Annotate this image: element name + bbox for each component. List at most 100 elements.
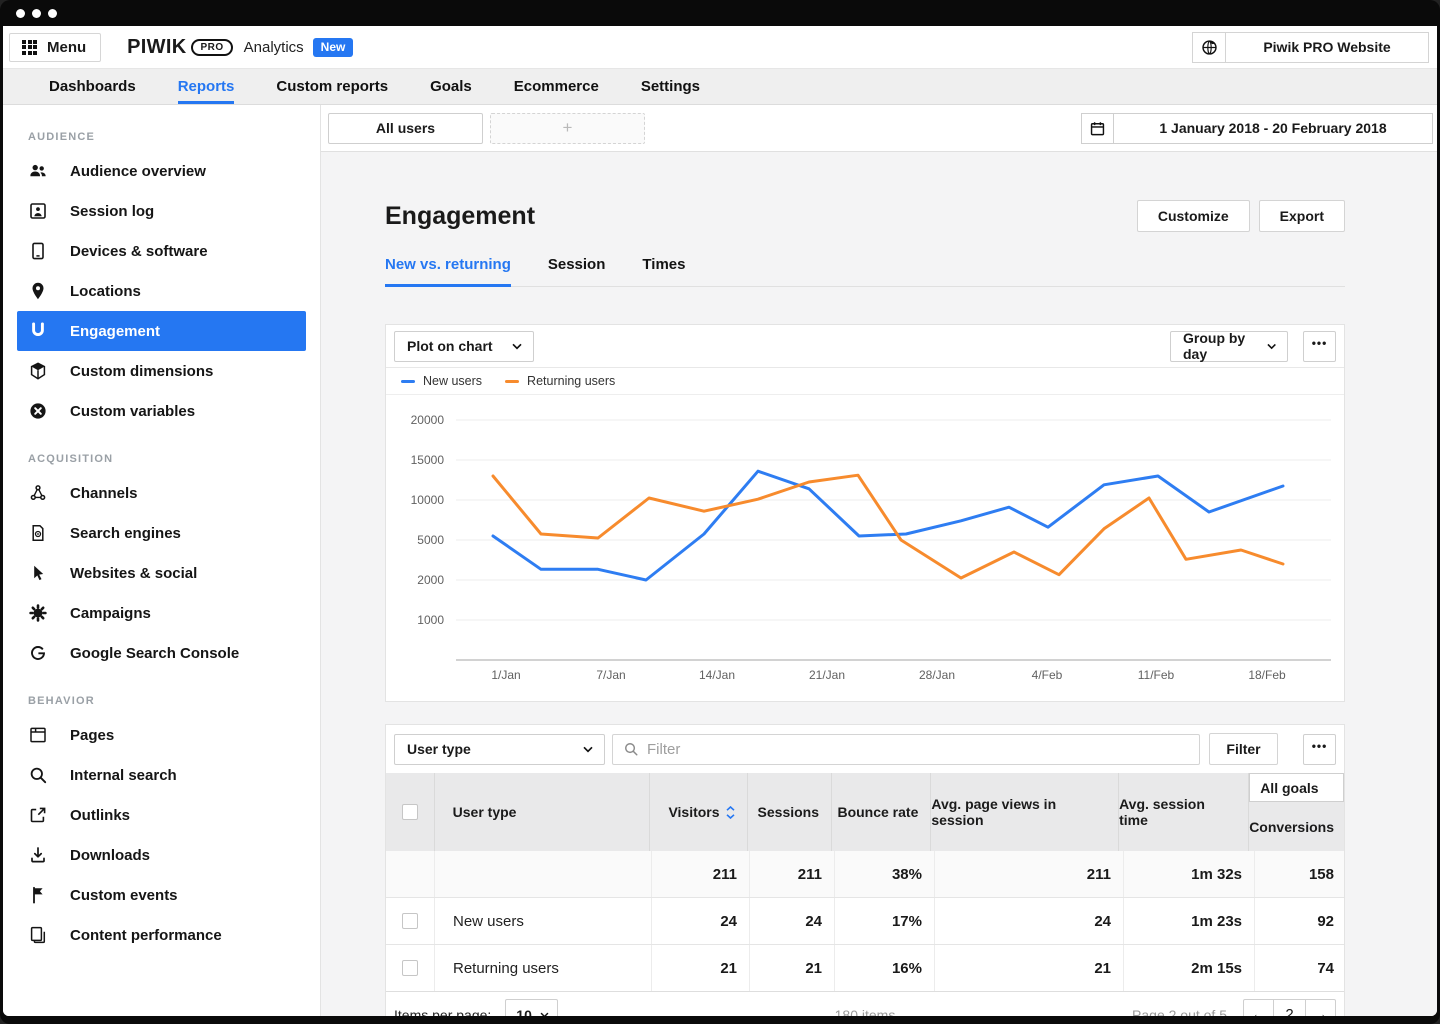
table-header-row: User type Visitors Sessions Bounce rate … — [386, 773, 1344, 851]
svg-text:11/Feb: 11/Feb — [1138, 668, 1175, 682]
svg-text:21/Jan: 21/Jan — [809, 668, 845, 682]
sidebar-item-devices[interactable]: Devices & software — [17, 231, 306, 271]
column-header-sessions[interactable]: Sessions — [746, 773, 831, 851]
table-more-button[interactable]: ••• — [1303, 733, 1336, 765]
tab-new-vs-returning[interactable]: New vs. returning — [385, 256, 511, 287]
session-log-icon — [28, 201, 48, 221]
sort-icon — [726, 805, 735, 819]
pages-icon — [28, 725, 48, 745]
items-per-page-select[interactable]: 10 — [505, 999, 559, 1016]
nav-ecommerce[interactable]: Ecommerce — [493, 69, 620, 104]
users-icon — [28, 161, 48, 181]
chevron-down-icon — [1267, 343, 1276, 349]
select-all-checkbox[interactable] — [401, 804, 418, 820]
column-header-avg-page-views[interactable]: Avg. page views in session — [930, 773, 1118, 851]
sidebar-item-engagement[interactable]: Engagement — [17, 311, 306, 351]
sidebar-item-google-search-console[interactable]: Google Search Console — [17, 633, 306, 673]
page-title: Engagement — [385, 201, 536, 230]
sidebar-item-content-performance[interactable]: Content performance — [17, 915, 306, 955]
sidebar-item-outlinks[interactable]: Outlinks — [17, 795, 306, 835]
plot-on-chart-select[interactable]: Plot on chart — [394, 330, 534, 362]
nav-goals[interactable]: Goals — [409, 69, 493, 104]
items-per-page-label: Items per page: — [394, 1006, 492, 1017]
legend-new-users: New users — [401, 374, 482, 388]
svg-text:18/Feb: 18/Feb — [1248, 668, 1286, 682]
sidebar-item-custom-variables[interactable]: Custom variables — [17, 391, 306, 431]
menu-label: Menu — [47, 38, 87, 56]
current-page[interactable]: 2 — [1273, 999, 1306, 1016]
filter-button[interactable]: Filter — [1209, 733, 1278, 765]
column-header-avg-session-time[interactable]: Avg. session time — [1118, 773, 1248, 851]
sidebar-item-custom-events[interactable]: Custom events — [17, 875, 306, 915]
sidebar-item-audience-overview[interactable]: Audience overview — [17, 151, 306, 191]
summary-avg-page-views: 211 — [934, 851, 1123, 897]
filter-input[interactable] — [647, 740, 1189, 758]
tab-session[interactable]: Session — [548, 256, 606, 287]
column-header-user-type[interactable]: User type — [433, 773, 650, 851]
row-label: New users — [434, 898, 651, 944]
table-row: Returning users 21 21 16% 21 2m 15s 74 — [386, 944, 1344, 991]
sidebar-item-custom-dimensions[interactable]: Custom dimensions — [17, 351, 306, 391]
window-control-dot[interactable] — [48, 8, 57, 18]
chart-more-button[interactable]: ••• — [1303, 330, 1336, 362]
segment-bar: All users + 1 January 2018 - 20 February… — [321, 105, 1437, 152]
nav-reports[interactable]: Reports — [157, 69, 256, 104]
website-selector-label[interactable]: Piwik PRO Website — [1225, 31, 1429, 63]
report-table: User type Visitors Sessions Bounce rate … — [386, 773, 1344, 1016]
column-header-conversions[interactable]: Conversions — [1249, 802, 1344, 851]
add-segment-button[interactable]: + — [490, 112, 645, 144]
svg-text:5000: 5000 — [417, 533, 444, 547]
row-checkbox[interactable] — [402, 913, 418, 929]
sidebar-item-label: Locations — [70, 282, 141, 300]
tab-times[interactable]: Times — [642, 256, 685, 287]
nav-dashboards[interactable]: Dashboards — [28, 69, 157, 104]
dimension-select[interactable]: User type — [394, 733, 605, 765]
all-goals-select[interactable]: All goals — [1249, 773, 1344, 802]
prev-page-button[interactable]: ← — [1243, 999, 1274, 1016]
next-page-button[interactable]: → — [1305, 999, 1336, 1016]
table-panel: User type Filter ••• — [385, 724, 1345, 1016]
segment-all-users[interactable]: All users — [328, 112, 483, 144]
chart-panel: Plot on chart Group by day ••• New users… — [385, 324, 1345, 702]
sidebar-item-pages[interactable]: Pages — [17, 715, 306, 755]
column-header-bounce-rate[interactable]: Bounce rate — [831, 773, 930, 851]
search-engines-icon — [28, 523, 48, 543]
menu-button[interactable]: Menu — [9, 32, 102, 62]
content-icon — [28, 925, 48, 945]
nav-settings[interactable]: Settings — [620, 69, 721, 104]
line-chart: 20000 15000 10000 5000 2000 1000 1/Jan 7/Jan 14/… — [411, 413, 1331, 682]
main-area: All users + 1 January 2018 - 20 February… — [321, 105, 1437, 1016]
legend-swatch — [401, 379, 415, 383]
nav-custom-reports[interactable]: Custom reports — [255, 69, 409, 104]
customize-button[interactable]: Customize — [1136, 200, 1250, 232]
sidebar-item-internal-search[interactable]: Internal search — [17, 755, 306, 795]
row-checkbox[interactable] — [402, 960, 418, 976]
export-button[interactable]: Export — [1258, 200, 1345, 232]
sidebar-item-campaigns[interactable]: Campaigns — [17, 593, 306, 633]
sidebar-item-downloads[interactable]: Downloads — [17, 835, 306, 875]
sidebar-item-locations[interactable]: Locations — [17, 271, 306, 311]
website-selector[interactable]: Piwik PRO Website — [1192, 31, 1429, 63]
date-range-label[interactable]: 1 January 2018 - 20 February 2018 — [1113, 112, 1433, 144]
globe-icon[interactable] — [1192, 31, 1226, 63]
svg-text:15000: 15000 — [411, 453, 445, 467]
pagination: ← 2 → — [1243, 999, 1336, 1016]
column-header-visitors[interactable]: Visitors — [649, 773, 746, 851]
sidebar-item-label: Campaigns — [70, 604, 151, 622]
calendar-icon[interactable] — [1081, 112, 1114, 144]
sidebar-item-search-engines[interactable]: Search engines — [17, 513, 306, 553]
group-by-select[interactable]: Group by day — [1170, 330, 1288, 362]
svg-text:14/Jan: 14/Jan — [699, 668, 735, 682]
window-control-dot[interactable] — [16, 8, 25, 18]
sidebar-item-label: Pages — [70, 726, 115, 744]
channels-icon — [28, 483, 48, 503]
table-row: New users 24 24 17% 24 1m 23s 92 — [386, 897, 1344, 944]
sidebar-item-channels[interactable]: Channels — [17, 473, 306, 513]
window-control-dot[interactable] — [32, 8, 41, 18]
table-summary-row: 211 211 38% 211 1m 32s 158 — [386, 851, 1344, 897]
sidebar-item-session-log[interactable]: Session log — [17, 191, 306, 231]
app-window: Menu PIWIK PRO Analytics New Piwik PRO W… — [0, 0, 1440, 1024]
date-range-picker[interactable]: 1 January 2018 - 20 February 2018 — [1081, 112, 1433, 144]
sidebar-item-websites-social[interactable]: Websites & social — [17, 553, 306, 593]
app-surface: Menu PIWIK PRO Analytics New Piwik PRO W… — [3, 26, 1437, 1016]
